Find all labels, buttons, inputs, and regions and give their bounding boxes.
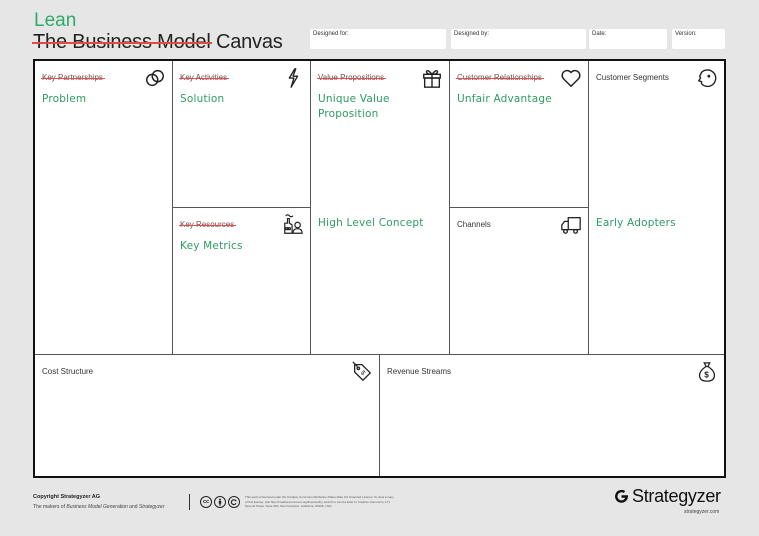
svg-text:$: $ [704, 371, 709, 380]
designed-by-field[interactable]: Designed by: [451, 29, 586, 49]
block-note-high-level-concept: High Level Concept [318, 217, 424, 229]
price-tag-icon: $ [351, 361, 373, 383]
cc-by-icon [214, 496, 226, 508]
block-note-problem: Problem [42, 93, 87, 105]
heart-icon [560, 67, 582, 89]
block-note-solution: Solution [180, 93, 225, 105]
block-label: Key Resources [178, 220, 237, 229]
designed-for-label: Designed for: [313, 31, 349, 37]
struck-title: The Business Model [33, 31, 211, 53]
cc-sa-icon [228, 496, 240, 508]
date-label: Date: [592, 31, 607, 37]
block-note-key-metrics: Key Metrics [180, 240, 243, 252]
block-note-unfair-advantage: Unfair Advantage [457, 93, 552, 105]
block-customer-segments[interactable]: Customer Segments Early Adopters [589, 61, 724, 355]
money-bag-icon: $ [696, 361, 718, 383]
designed-for-field[interactable]: Designed for: [310, 29, 446, 49]
tagline-mid: and [127, 504, 139, 510]
block-value-propositions[interactable]: Value Propositions Unique Value Proposit… [311, 61, 450, 355]
license-text: This work is licensed under the Creative… [245, 495, 394, 508]
block-label: Value Propositions [316, 73, 387, 82]
block-key-resources[interactable]: Key Resources Key Metrics [173, 208, 311, 355]
business-model-canvas: Key Partnerships Problem Key Activities … [33, 59, 726, 478]
brand-name: Strategyzer [632, 486, 721, 506]
version-field[interactable]: Version: [672, 29, 725, 49]
canvas-title: The Business Model Canvas [33, 31, 283, 53]
footer-tagline: The makers of Business Model Generation … [33, 504, 165, 510]
face-icon [696, 67, 718, 89]
block-label: Revenue Streams [387, 367, 452, 376]
block-label: Customer Relationships [456, 73, 544, 82]
block-key-partnerships[interactable]: Key Partnerships Problem [35, 61, 173, 355]
tagline-company: Strategyzer [138, 504, 165, 510]
copyright-text: Copyright Strategyzer AG [33, 494, 101, 500]
date-field[interactable]: Date: [589, 29, 667, 49]
strategyzer-brand[interactable]: Strategyzer [614, 486, 721, 507]
block-channels[interactable]: Channels [450, 208, 589, 355]
version-label: Version: [675, 31, 697, 37]
tagline-book: Business Model Generation [66, 504, 128, 510]
link-icon [144, 67, 166, 89]
block-label: Cost Structure [42, 367, 94, 376]
footer-divider [189, 494, 190, 510]
tagline-prefix: The makers of [33, 504, 67, 510]
block-key-activities[interactable]: Key Activities Solution [173, 61, 311, 208]
designed-by-label: Designed by: [454, 31, 490, 37]
block-label: Key Partnerships [41, 73, 105, 82]
block-cost-structure[interactable]: Cost Structure $ [35, 355, 380, 476]
block-revenue-streams[interactable]: Revenue Streams $ [380, 355, 724, 476]
block-customer-relationships[interactable]: Customer Relationships Unfair Advantage [450, 61, 589, 208]
cc-icon: cc [200, 496, 212, 508]
factory-person-icon [282, 214, 304, 236]
block-label: Channels [457, 220, 491, 229]
strategyzer-logo-icon [615, 489, 628, 503]
block-label: Key Activities [178, 73, 230, 82]
brand-url[interactable]: strategyzer.com [684, 509, 719, 515]
gift-icon [421, 67, 443, 89]
creative-commons-badges[interactable]: cc [200, 496, 240, 508]
canvas-word: Canvas [215, 31, 283, 53]
svg-text:$: $ [359, 369, 367, 377]
truck-icon [560, 214, 582, 236]
block-note-early-adopters: Early Adopters [596, 217, 676, 229]
lean-title: Lean [34, 10, 77, 31]
block-note-unique-value-proposition: Unique Value Proposition [318, 93, 390, 120]
lightning-icon [282, 67, 304, 89]
block-label: Customer Segments [596, 73, 669, 82]
